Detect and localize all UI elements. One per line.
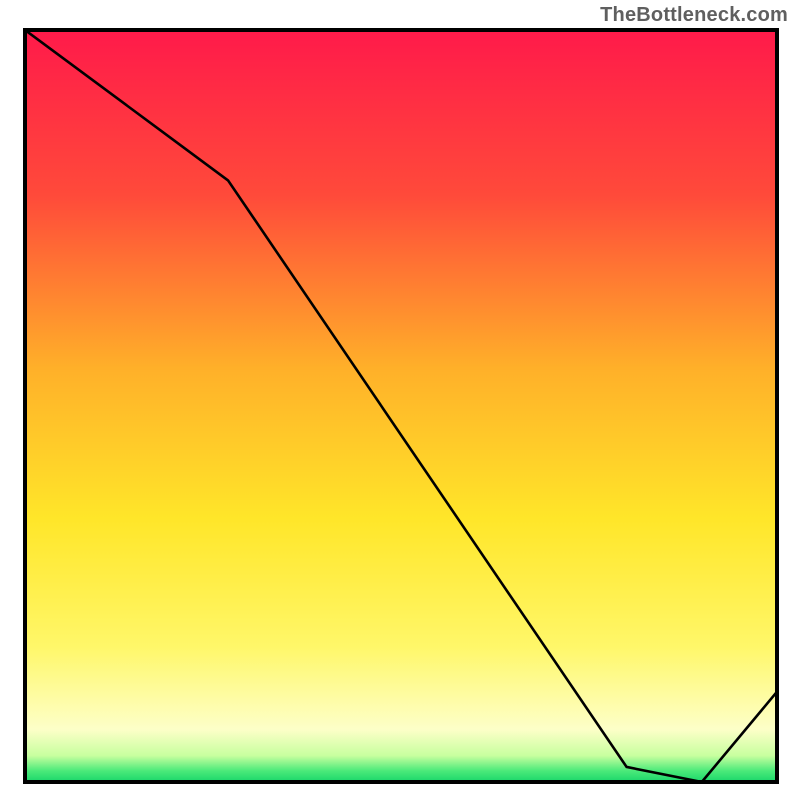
gradient-background [25, 30, 777, 782]
plot-area [25, 30, 777, 782]
bottleneck-chart [0, 0, 800, 800]
attribution-text: TheBottleneck.com [600, 4, 788, 27]
